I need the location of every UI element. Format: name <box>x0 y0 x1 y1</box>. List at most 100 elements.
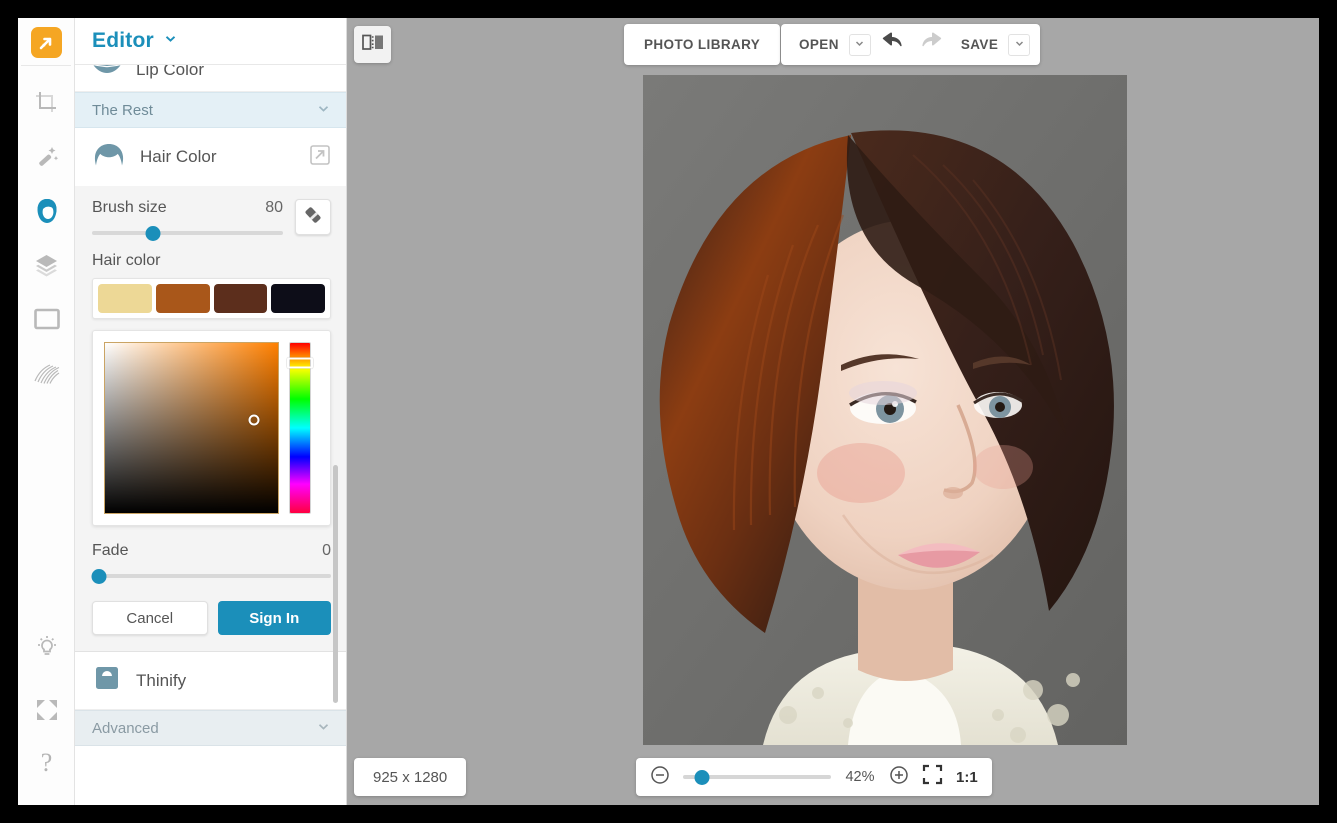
lightbulb-icon <box>34 634 60 660</box>
premium-upgrade-icon[interactable] <box>309 144 331 171</box>
texture-icon <box>33 361 61 385</box>
slider-thumb[interactable] <box>92 569 107 584</box>
chevron-down-icon <box>854 36 865 54</box>
dimensions-value: 925 x 1280 <box>373 769 447 786</box>
eraser-button[interactable] <box>295 199 331 235</box>
panel-scrollbar[interactable] <box>333 465 338 703</box>
brush-size-row: Brush size 80 <box>92 199 283 217</box>
sidebar-item-layers[interactable] <box>18 238 75 292</box>
color-picker-cursor[interactable] <box>248 414 259 425</box>
actual-size-button[interactable]: 1:1 <box>956 769 978 786</box>
face-touchup-icon <box>32 196 62 226</box>
magic-wand-icon <box>34 144 60 170</box>
list-item-thinify[interactable]: Thinify <box>75 652 347 710</box>
zoom-out-button[interactable] <box>650 765 670 790</box>
brush-size-slider[interactable] <box>92 224 283 242</box>
sidebar-item-fullscreen[interactable] <box>18 683 75 737</box>
fit-to-screen-icon <box>922 764 943 790</box>
swatch-black[interactable] <box>271 284 325 313</box>
sidebar-item-crop[interactable] <box>18 76 75 130</box>
slider-thumb[interactable] <box>695 770 710 785</box>
hue-slider[interactable] <box>289 342 311 514</box>
save-button[interactable]: SAVE <box>953 24 1006 65</box>
crop-icon <box>34 90 60 116</box>
undo-button[interactable] <box>873 24 911 65</box>
chevron-down-icon <box>316 719 331 738</box>
hair-color-label: Hair color <box>92 252 331 270</box>
color-picker[interactable] <box>92 330 331 526</box>
slider-track <box>92 231 283 235</box>
redo-button[interactable] <box>913 24 951 65</box>
fade-row: Fade 0 <box>92 542 331 560</box>
save-dropdown-caret[interactable] <box>1008 34 1030 56</box>
tool-action-buttons: Cancel Sign In <box>92 585 331 651</box>
section-header-advanced[interactable]: Advanced <box>75 710 347 746</box>
zoom-in-button[interactable] <box>889 765 909 790</box>
chevron-down-icon <box>316 101 331 120</box>
sidebar-item-frames[interactable] <box>18 292 75 346</box>
fade-value: 0 <box>322 542 331 560</box>
list-item-label: Hair Color <box>140 147 295 167</box>
eraser-icon <box>302 204 324 231</box>
hair-color-tool-body: Brush size 80 <box>75 186 347 652</box>
cancel-button[interactable]: Cancel <box>92 601 208 635</box>
scale-icon <box>92 663 122 698</box>
swatch-blonde[interactable] <box>98 284 152 313</box>
brush-size-label: Brush size <box>92 199 167 217</box>
layers-icon <box>33 252 60 279</box>
page-title: Editor <box>92 29 154 53</box>
canvas-area: PHOTO LIBRARY OPEN <box>347 18 1319 805</box>
swatch-copper[interactable] <box>156 284 210 313</box>
zoom-slider[interactable] <box>683 769 831 785</box>
slider-thumb[interactable] <box>146 226 161 241</box>
slider-track <box>92 574 331 578</box>
tool-rail: ? <box>18 18 75 805</box>
chevron-down-icon[interactable] <box>163 31 178 51</box>
plus-circle-icon <box>889 765 909 790</box>
befunky-arrow-logo-icon <box>31 27 62 58</box>
photo-library-button[interactable]: PHOTO LIBRARY <box>624 24 780 65</box>
app-logo[interactable] <box>21 20 71 66</box>
sign-in-button[interactable]: Sign In <box>218 601 332 635</box>
open-button[interactable]: OPEN <box>791 24 847 65</box>
sidebar-item-tips[interactable] <box>18 620 75 674</box>
hair-icon <box>92 142 126 173</box>
hair-color-swatches[interactable] <box>92 278 331 319</box>
question-mark-icon: ? <box>41 750 53 776</box>
portrait-photo <box>643 75 1127 745</box>
sidebar-item-touch-up[interactable] <box>18 184 75 238</box>
editor-window: ? Editor Lip Color <box>18 18 1319 805</box>
undo-arrow-icon <box>880 32 904 57</box>
list-item-hair-color[interactable]: Hair Color <box>75 128 347 186</box>
zoom-percent-label: 42% <box>844 769 876 785</box>
redo-arrow-icon <box>920 32 944 57</box>
fit-to-screen-button[interactable] <box>922 764 943 790</box>
panel-scroll-area[interactable]: Lip Color The Rest Hair Color <box>75 65 347 805</box>
compare-split-icon <box>362 33 384 57</box>
brush-size-value: 80 <box>265 199 283 217</box>
swatch-brown[interactable] <box>214 284 268 313</box>
saturation-value-box[interactable] <box>104 342 279 514</box>
image-dimensions-label: 925 x 1280 <box>354 758 466 796</box>
sidebar-item-textures[interactable] <box>18 346 75 400</box>
lips-icon <box>92 65 122 82</box>
minus-circle-icon <box>650 765 670 790</box>
black-gradient <box>105 343 278 513</box>
zoom-controls: 42% 1:1 <box>636 758 992 796</box>
list-item-label: Thinify <box>136 671 331 691</box>
fade-label: Fade <box>92 542 128 560</box>
section-label: Advanced <box>92 720 159 737</box>
photo-library-label: PHOTO LIBRARY <box>644 37 760 52</box>
sidebar-item-edit[interactable] <box>18 130 75 184</box>
sidebar-item-help[interactable]: ? <box>18 736 75 790</box>
save-label: SAVE <box>961 37 998 52</box>
section-header-the-rest[interactable]: The Rest <box>75 92 347 128</box>
open-label: OPEN <box>799 37 839 52</box>
open-dropdown-caret[interactable] <box>849 34 871 56</box>
fade-slider[interactable] <box>92 567 331 585</box>
hue-slider-handle[interactable] <box>287 358 313 369</box>
photo-canvas[interactable] <box>643 75 1127 745</box>
compare-button[interactable] <box>354 26 391 63</box>
list-item-lip-color[interactable]: Lip Color <box>75 65 347 92</box>
panel-header[interactable]: Editor <box>75 18 347 65</box>
